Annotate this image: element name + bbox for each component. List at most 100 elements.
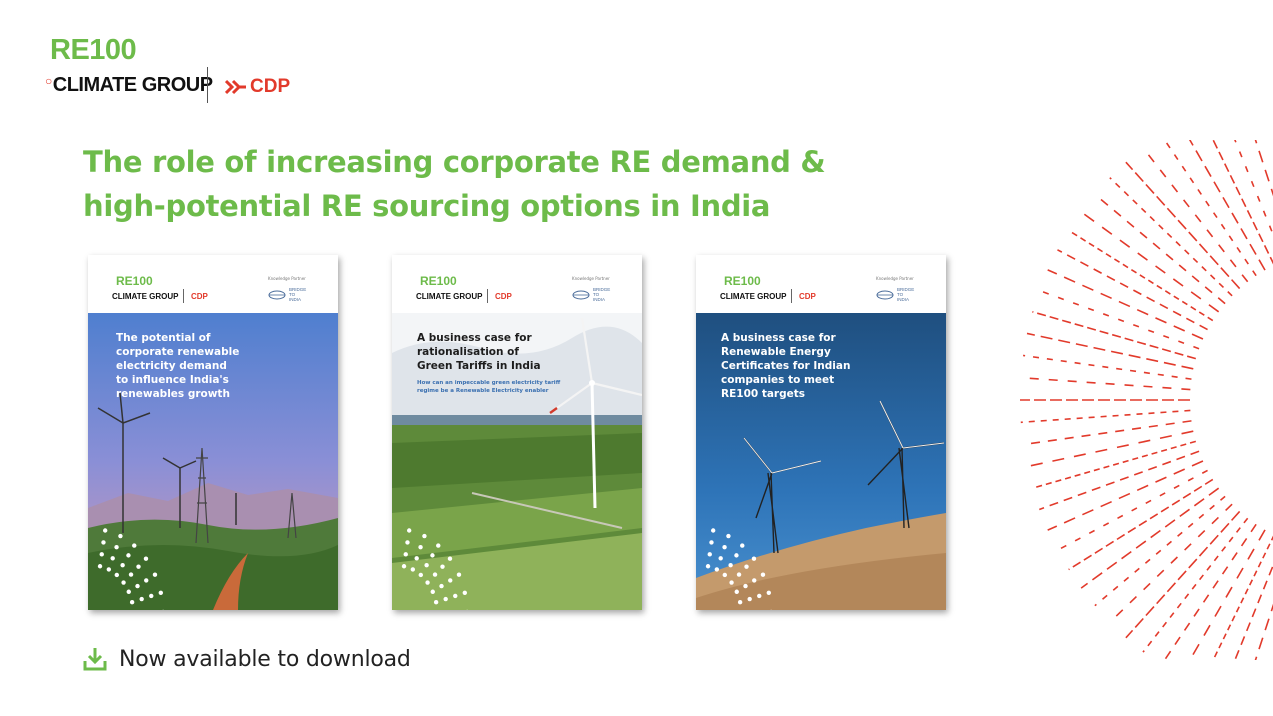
report-cover-1-header: RE100 CLIMATE GROUP CDP Knowledge Partne…: [88, 255, 338, 313]
decor-dot: [114, 572, 120, 578]
decor-dot: [126, 589, 131, 594]
decor-dot: [718, 556, 723, 561]
decor-dot: [424, 562, 429, 568]
decor-dot: [129, 599, 135, 605]
decor-dot: [121, 580, 126, 585]
decor-dot: [418, 572, 424, 578]
ray-line: [1080, 487, 1220, 589]
decor-dot: [430, 553, 435, 558]
decor-dot: [729, 580, 734, 585]
decor-dot: [751, 556, 757, 561]
report-cover-2-title: A business case for rationalisation of G…: [417, 332, 541, 372]
decor-dot: [101, 540, 106, 545]
bridge-to-india-logo: BRIDGE TO INDIA: [268, 287, 306, 302]
ray-line: [1020, 376, 1191, 391]
bridge-to-india-logo: BRIDGE TO INDIA: [876, 287, 914, 302]
ray-line: [1039, 450, 1200, 511]
page-title-line-1: The role of increasing corporate RE dema…: [83, 145, 826, 179]
ray-line: [1047, 460, 1204, 531]
ray-line: [1094, 495, 1226, 607]
cdp-logo: CDP: [225, 76, 290, 98]
decor-dot: [405, 540, 410, 545]
ray-line: [1057, 469, 1208, 551]
ray-line: [1068, 229, 1214, 322]
decor-dot: [135, 583, 140, 589]
decor-dot: [403, 552, 408, 557]
ray-line: [1163, 523, 1257, 660]
globe-icon: [572, 290, 590, 299]
decor-dot: [726, 533, 731, 539]
bridge-to-india-logo: BRIDGE TO INDIA: [572, 287, 610, 302]
decor-dot: [430, 589, 435, 594]
decor-dot: [143, 556, 149, 561]
decor-dot: [714, 567, 720, 572]
decor-dot: [144, 578, 149, 583]
decor-dot: [139, 596, 144, 602]
decor-dot: [433, 599, 439, 605]
decor-dot: [149, 593, 154, 599]
decor-dot: [760, 572, 766, 577]
decor-dot: [106, 567, 112, 572]
decor-dot: [752, 578, 757, 583]
decor-dot: [734, 589, 739, 594]
decor-dot: [406, 528, 412, 533]
ray-line: [1125, 510, 1241, 639]
ray-line: [1020, 409, 1191, 424]
ray-line: [1163, 140, 1257, 277]
report-cover-2[interactable]: RE100 CLIMATE GROUP CDP Knowledge Partne…: [392, 255, 642, 610]
decor-dot: [418, 544, 423, 550]
decor-dot: [136, 564, 141, 569]
report-cover-2-subtitle: How can an impeccable green electricity …: [417, 380, 561, 394]
decor-dot: [114, 544, 119, 550]
decor-dot: [737, 599, 743, 605]
decor-dot: [97, 564, 103, 569]
re100-logo: RE100: [50, 34, 137, 66]
decor-dot: [158, 590, 164, 595]
decor-dot: [744, 564, 749, 569]
decor-dot: [118, 533, 123, 539]
decor-dot: [448, 578, 453, 583]
decor-dot: [422, 533, 427, 539]
decor-dot: [401, 564, 407, 569]
decor-dot: [734, 553, 739, 558]
decor-dot: [102, 528, 108, 533]
ray-line: [1023, 420, 1192, 446]
ray-line: [1142, 517, 1249, 653]
download-link[interactable]: Now available to download: [83, 646, 411, 672]
decor-dot: [414, 556, 419, 561]
decor-dot: [710, 528, 716, 533]
decor-dot: [439, 583, 444, 589]
ray-line: [1032, 440, 1197, 489]
decor-dot: [425, 580, 430, 585]
report-cover-2-header: RE100 CLIMATE GROUP CDP Knowledge Partne…: [392, 255, 642, 313]
decor-dot: [462, 590, 468, 595]
ray-line: [1023, 354, 1192, 380]
page-title: The role of increasing corporate RE dema…: [83, 140, 983, 228]
cdp-wordmark: CDP: [250, 76, 291, 97]
ray-line: [1234, 563, 1273, 660]
ray-line: [1026, 430, 1194, 468]
ray-line: [1142, 147, 1249, 283]
ray-line: [1047, 269, 1204, 340]
ray-line: [1263, 140, 1273, 254]
download-label: Now available to download: [119, 646, 411, 672]
report-cover-3-title: A business case for Renewable Energy Cer…: [721, 332, 851, 400]
report-cover-1[interactable]: RE100 CLIMATE GROUP CDP Knowledge Partne…: [88, 255, 338, 610]
report-cover-3[interactable]: RE100 CLIMATE GROUP CDP Knowledge Partne…: [696, 255, 946, 610]
decor-dot: [757, 593, 762, 599]
decor-dot: [410, 567, 416, 572]
decor-dot: [747, 596, 752, 602]
logo-divider: [207, 67, 208, 103]
climate-group-logo: ○CLIMATE GROUP: [45, 74, 213, 96]
ray-line: [1109, 177, 1233, 297]
page-title-line-2: high-potential RE sourcing options in In…: [83, 189, 771, 223]
header-logos: RE100 ○CLIMATE GROUP CDP: [45, 34, 345, 106]
decor-dot: [120, 562, 125, 568]
decorative-rays: [1020, 140, 1273, 660]
decor-dot: [126, 553, 131, 558]
decor-dot: [743, 583, 748, 589]
report-cover-3-header: RE100 CLIMATE GROUP CDP Knowledge Partne…: [696, 255, 946, 313]
decor-dot: [705, 564, 711, 569]
decor-dot: [128, 572, 134, 577]
decor-dot: [722, 544, 727, 550]
